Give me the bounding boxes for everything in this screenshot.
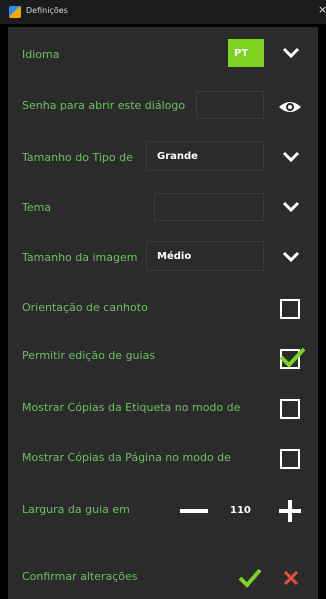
image-size-row: Tamanho da imagem Médio (8, 231, 318, 281)
show-page-copies-label: Mostrar Cópias da Página no modo de (22, 451, 231, 464)
guide-width-label: Largura da guia em (22, 503, 130, 516)
guide-width-row: Largura da guia em 110 (8, 485, 318, 535)
password-label: Senha para abrir este diálogo (22, 99, 186, 112)
eye-icon[interactable] (278, 99, 302, 113)
theme-label: Tema (22, 201, 52, 214)
image-size-label: Tamanho da imagem (22, 251, 138, 264)
language-value[interactable]: PT (228, 39, 264, 67)
theme-select[interactable] (154, 193, 264, 221)
chevron-down-icon[interactable] (282, 44, 300, 62)
chevron-down-icon[interactable] (282, 198, 300, 216)
font-size-label: Tamanho do Tipo de (22, 151, 133, 164)
image-size-select[interactable]: Médio (146, 241, 264, 271)
window-title: Definições (26, 6, 68, 15)
confirm-label: Confirmar alterações (22, 570, 138, 583)
left-hand-label: Orientação de canhoto (22, 301, 148, 314)
show-label-copies-row: Mostrar Cópias da Etiqueta no modo de (8, 383, 318, 433)
show-label-copies-label: Mostrar Cópias da Etiqueta no modo de (22, 401, 241, 414)
guide-width-value: 110 (230, 505, 251, 516)
left-hand-row: Orientação de canhoto (8, 283, 318, 333)
font-size-value: Grande (157, 151, 198, 162)
edit-guides-label: Permitir edição de guias (22, 349, 156, 362)
edit-guides-row: Permitir edição de guias (8, 333, 318, 383)
theme-row: Tema (8, 181, 318, 231)
check-icon[interactable] (238, 565, 262, 589)
chevron-down-icon[interactable] (282, 248, 300, 266)
password-row: Senha para abrir este diálogo (8, 79, 318, 129)
close-icon[interactable] (283, 570, 299, 586)
password-input[interactable] (196, 91, 264, 119)
plus-icon[interactable] (278, 499, 302, 523)
title-bar: Definições × (0, 0, 326, 24)
show-page-copies-row: Mostrar Cópias da Página no modo de (8, 433, 318, 483)
font-size-row: Tamanho do Tipo de Grande (8, 131, 318, 181)
chevron-down-icon[interactable] (282, 148, 300, 166)
image-size-value: Médio (157, 251, 192, 262)
settings-panel: Idioma PT Senha para abrir este diálogo … (8, 27, 318, 599)
show-page-copies-checkbox[interactable] (280, 449, 300, 469)
check-icon (278, 345, 306, 369)
left-hand-checkbox[interactable] (280, 299, 300, 319)
confirm-row: Confirmar alterações (8, 549, 318, 599)
language-row: Idioma PT (8, 27, 318, 77)
language-label: Idioma (22, 48, 60, 61)
show-label-copies-checkbox[interactable] (280, 399, 300, 419)
font-size-select[interactable]: Grande (146, 141, 264, 171)
close-window-button[interactable]: × (318, 3, 326, 17)
minus-icon[interactable] (180, 509, 208, 513)
app-icon (9, 6, 21, 18)
